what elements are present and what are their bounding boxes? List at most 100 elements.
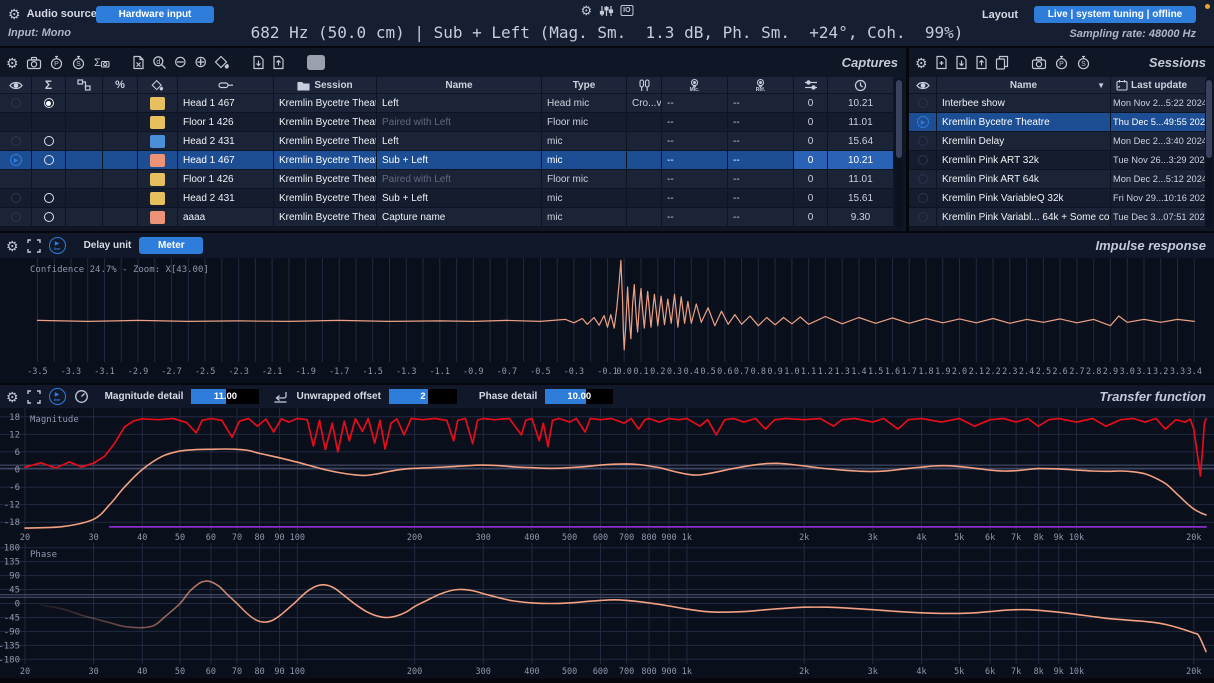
name-column-header[interactable]: Name [377,77,542,94]
capture-visibility-toggle[interactable] [0,113,32,132]
capture-delay-cell[interactable]: 9.30 [828,208,894,227]
capture-color-cell[interactable] [138,170,178,189]
layout-mode-button[interactable]: Live | system tuning | offline [1034,6,1196,23]
duplicate-session-icon[interactable] [995,55,1009,70]
gear-icon[interactable]: ⚙ [6,239,19,253]
capture-gain-cell[interactable]: 0 [794,170,828,189]
capture-photo-icon[interactable] [1031,56,1047,70]
capture-sum-toggle[interactable] [32,151,66,170]
capture-color-cell[interactable] [138,132,178,151]
session-column-header[interactable]: Session [274,77,377,94]
capture-sum-toggle[interactable] [32,94,66,113]
sessions-scrollbar[interactable] [1205,78,1213,228]
capture-delay-cell[interactable]: 11.01 [828,113,894,132]
crossover-column-header[interactable] [627,77,662,94]
capture-visibility-toggle[interactable] [0,94,32,113]
capture-color-cell[interactable] [138,94,178,113]
capture-delay-cell[interactable]: 11.01 [828,170,894,189]
capture-gain-cell[interactable]: 0 [794,113,828,132]
capture-visibility-toggle[interactable] [0,132,32,151]
export-file-icon[interactable] [272,55,285,70]
mic-position-column-header[interactable]: Mic. [662,77,728,94]
capture-row[interactable]: ▶Head 1 467Kremlin Bycetre TheatreSub + … [0,151,894,170]
capture-gain-cell[interactable]: 0 [794,132,828,151]
session-visibility-toggle[interactable]: ▶ [909,113,937,132]
session-row[interactable]: Kremlin DelayMon Dec 2...3:40 2024 [909,132,1208,151]
color-swatch-button[interactable] [307,55,325,70]
impulse-response-plot[interactable]: Confidence 24.7% - Zoom: X[43.00]-3.5-3.… [0,258,1214,382]
phase-plot[interactable]: Phase18013590450-45-90-135-1802030405060… [0,543,1214,678]
io-icon[interactable]: IO [620,5,633,16]
stopwatch-s-icon[interactable]: S [71,55,86,70]
magnitude-plot[interactable]: Magnitude181260-6-12-1820304050607080901… [0,408,1214,543]
type-column-header[interactable]: Type [542,77,627,94]
capture-color-cell[interactable] [138,189,178,208]
capture-sum-toggle[interactable] [32,189,66,208]
phase-detail-input[interactable]: 10.00 [545,389,613,404]
capture-gain-cell[interactable]: 0 [794,189,828,208]
capture-row[interactable]: Floor 1 426Kremlin Bycetre TheatrePaired… [0,113,894,132]
capture-sum-toggle[interactable] [32,132,66,151]
session-row[interactable]: Kremlin Pink Variabl... 64k + Some comme… [909,208,1208,227]
capture-visibility-toggle[interactable] [0,208,32,227]
capture-sum-toggle[interactable] [32,170,66,189]
session-visibility-toggle[interactable] [909,151,937,170]
new-session-icon[interactable] [935,55,948,70]
capture-row[interactable]: Head 1 467Kremlin Bycetre TheatreLeftHea… [0,94,894,113]
session-row[interactable]: Kremlin Pink ART 32kTue Nov 26...3:29 20… [909,151,1208,170]
session-row[interactable]: Kremlin Pink ART 64kMon Dec 2...5:12 202… [909,170,1208,189]
last-update-column-header[interactable]: Last update [1111,77,1208,94]
capture-gain-cell[interactable]: 0 [794,151,828,170]
file-delete-icon[interactable] [132,55,145,70]
visibility-column-header[interactable] [0,77,32,94]
ref-position-column-header[interactable]: Ref. [728,77,794,94]
capture-sum-toggle[interactable] [32,208,66,227]
zoom-in-icon[interactable]: ⊕ [194,55,207,71]
sum-column-header[interactable]: Σ [32,77,66,94]
session-visibility-toggle[interactable] [909,208,937,227]
capture-row[interactable]: Head 2 431Kremlin Bycetre TheatreLeftmic… [0,132,894,151]
capture-gain-cell[interactable]: 0 [794,94,828,113]
stopwatch-s-icon[interactable]: S [1076,55,1091,70]
gauge-icon[interactable] [74,389,89,404]
sort-desc-icon[interactable]: ▼ [1097,81,1105,90]
gear-icon[interactable]: ⚙ [580,4,592,17]
color-column-header[interactable] [138,77,178,94]
gain-column-header[interactable] [794,77,828,94]
session-row[interactable]: Kremlin Pink VariableQ 32kFri Nov 29...1… [909,189,1208,208]
capture-delay-cell[interactable]: 10.21 [828,94,894,113]
zoom-detail-icon[interactable]: d [152,55,167,70]
session-visibility-toggle[interactable] [909,132,937,151]
gear-icon[interactable]: ⚙ [6,390,19,404]
capture-delay-cell[interactable]: 15.64 [828,132,894,151]
export-session-icon[interactable] [975,55,988,70]
routing-column-header[interactable] [66,77,103,94]
gear-icon[interactable]: ⚙ [915,56,928,70]
capture-photo-icon[interactable] [26,56,42,70]
capture-delay-cell[interactable]: 15.61 [828,189,894,208]
unwrap-icon[interactable] [273,390,288,403]
live-toggle[interactable]: ▶live [49,388,66,405]
capture-name-column-header[interactable] [178,77,274,94]
stopwatch-p-icon[interactable]: P [1054,55,1069,70]
capture-row[interactable]: Floor 1 426Kremlin Bycetre TheatrePaired… [0,170,894,189]
sum-capture-icon[interactable]: Σ [93,55,110,70]
magnitude-detail-input[interactable]: 11.00 [191,389,259,404]
capture-color-cell[interactable] [138,151,178,170]
unwrapped-offset-input[interactable]: 2 [389,389,457,404]
capture-visibility-toggle[interactable] [0,170,32,189]
paint-bucket-icon[interactable] [214,55,230,70]
capture-gain-cell[interactable]: 0 [794,208,828,227]
import-session-icon[interactable] [955,55,968,70]
capture-row[interactable]: aaaaKremlin Bycetre TheatreCapture namem… [0,208,894,227]
session-row[interactable]: Interbee showMon Nov 2...5:22 2024 [909,94,1208,113]
stopwatch-p-icon[interactable]: P [49,55,64,70]
sliders-icon[interactable] [599,5,613,17]
delay-unit-button[interactable]: Meter [139,237,203,254]
fullscreen-icon[interactable] [27,239,41,253]
session-visibility-toggle[interactable] [909,94,937,113]
gear-icon[interactable]: ⚙ [6,56,19,70]
capture-visibility-toggle[interactable]: ▶ [0,151,32,170]
gear-icon[interactable]: ⚙ [8,7,21,21]
import-file-icon[interactable] [252,55,265,70]
